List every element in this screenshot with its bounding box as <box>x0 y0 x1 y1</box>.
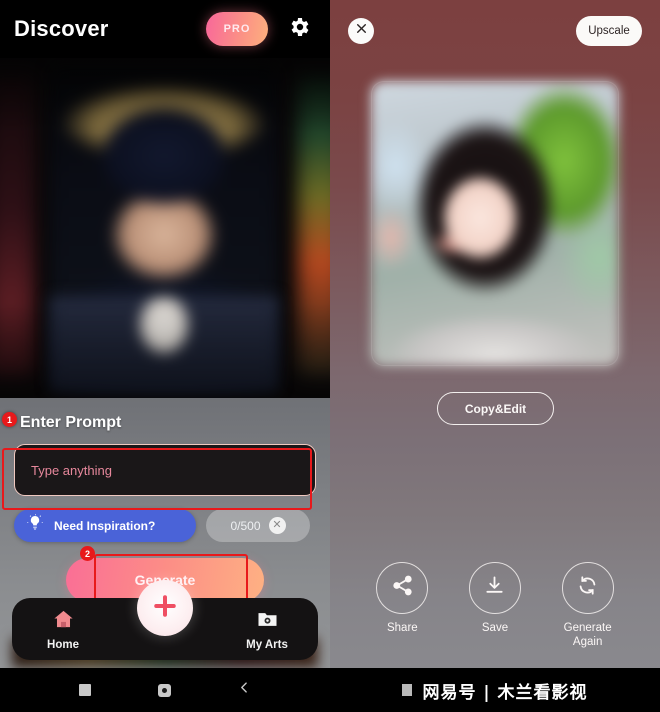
settings-button[interactable] <box>282 12 316 46</box>
share-button[interactable] <box>376 562 429 614</box>
lightbulb-icon <box>26 514 44 537</box>
home-icon <box>52 608 75 636</box>
generated-image-border <box>371 81 619 366</box>
logo-square-icon <box>402 684 413 696</box>
generate-again-label: Generate Again <box>563 622 612 649</box>
bottom-tab-bar: Home My Arts <box>12 580 318 660</box>
save-button[interactable] <box>468 562 521 614</box>
plus-icon <box>150 591 180 626</box>
step-badge-1: 1 <box>2 412 17 427</box>
share-action[interactable]: Share <box>363 562 441 650</box>
copy-edit-button[interactable]: Copy&Edit <box>437 392 554 425</box>
upscale-button[interactable]: Upscale <box>576 16 642 46</box>
tab-home-label: Home <box>47 638 79 651</box>
prompt-placeholder: Type anything <box>31 462 112 478</box>
tab-my-arts[interactable]: My Arts <box>216 608 318 651</box>
right-header: Upscale <box>330 0 660 62</box>
folder-image-icon <box>256 608 279 636</box>
generate-again-button[interactable] <box>561 562 614 614</box>
enter-prompt-label: Enter Prompt <box>20 414 122 431</box>
need-inspiration-button[interactable]: Need Inspiration? <box>14 509 196 542</box>
circle-icon[interactable] <box>157 683 171 697</box>
pro-button[interactable]: PRO <box>206 12 268 46</box>
watermark-text: 网易号 | 木兰看影视 <box>422 682 588 703</box>
chevron-left-icon[interactable] <box>238 681 251 699</box>
action-buttons-row: Share Save Generate Again <box>330 562 660 650</box>
page-title: Discover <box>14 16 109 41</box>
square-icon[interactable] <box>79 684 92 696</box>
enter-prompt-heading-row: 1 Enter Prompt <box>2 408 316 438</box>
share-label: Share <box>386 622 418 634</box>
step-badge-2: 2 <box>80 546 95 561</box>
pro-label: PRO <box>223 23 251 35</box>
create-button[interactable] <box>137 580 193 636</box>
tab-my-arts-label: My Arts <box>246 638 288 651</box>
screenshot-root: Discover PRO 1 Enter Prompt Type anythin… <box>0 0 660 712</box>
android-nav-bar <box>0 668 330 712</box>
left-phone-panel: Discover PRO 1 Enter Prompt Type anythin… <box>0 0 330 712</box>
close-icon <box>355 22 368 40</box>
generate-again-action[interactable]: Generate Again <box>549 562 627 650</box>
prompt-input[interactable]: Type anything <box>14 444 316 496</box>
prompt-tools-row: Need Inspiration? 0/500 ✕ <box>14 509 316 542</box>
character-count-text: 0/500 <box>230 518 261 533</box>
share-icon <box>391 574 414 602</box>
right-phone-panel: Upscale Copy&Edit Prompt girl，black hair <box>330 0 660 712</box>
discover-carousel[interactable] <box>0 58 330 398</box>
watermark-bar: 网易号 | 木兰看影视 <box>330 668 660 712</box>
character-counter: 0/500 ✕ <box>206 509 310 542</box>
upscale-label: Upscale <box>588 25 630 37</box>
need-inspiration-label: Need Inspiration? <box>54 518 156 533</box>
close-circle-icon[interactable]: ✕ <box>268 517 286 534</box>
close-button[interactable] <box>348 18 374 44</box>
left-header: Discover PRO <box>0 0 330 58</box>
download-icon <box>483 574 506 602</box>
save-label: Save <box>481 622 509 634</box>
carousel-overlay <box>0 58 330 398</box>
copy-edit-label: Copy&Edit <box>464 401 527 416</box>
tab-home[interactable]: Home <box>12 608 114 651</box>
save-action[interactable]: Save <box>456 562 534 650</box>
refresh-icon <box>576 574 599 602</box>
gear-icon <box>287 15 311 44</box>
